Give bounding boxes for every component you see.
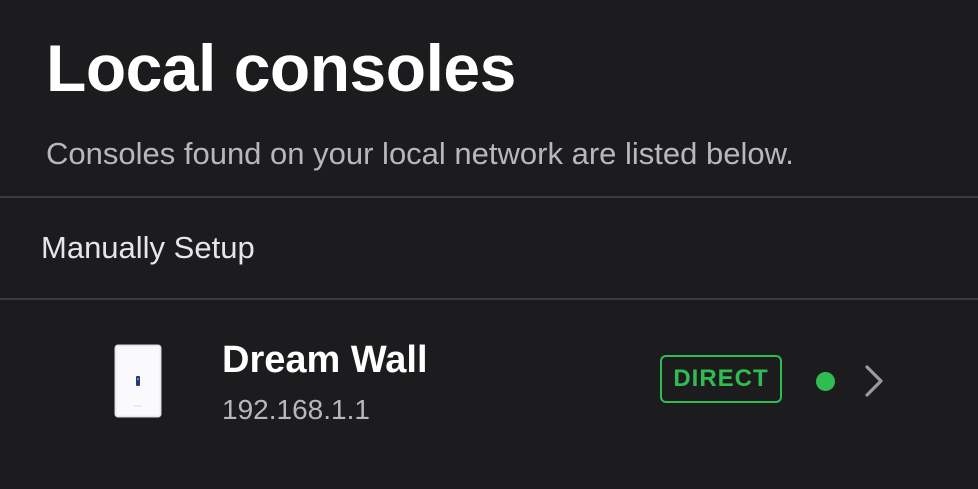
manually-setup-row[interactable]: Manually Setup [0,198,978,298]
connection-type-badge: DIRECT [660,355,782,403]
console-name: Dream Wall [222,339,428,381]
chevron-right-icon [865,365,883,397]
console-item-dream-wall[interactable]: Dream Wall 192.168.1.1 DIRECT [0,300,978,450]
manually-setup-label: Manually Setup [41,230,255,265]
dream-wall-device-icon [114,344,162,418]
page-subtitle: Consoles found on your local network are… [46,136,794,171]
local-consoles-screen: Local consoles Consoles found on your lo… [0,0,978,489]
online-status-dot-icon [816,372,835,391]
console-ip-address: 192.168.1.1 [222,394,370,425]
page-title: Local consoles [46,31,516,105]
